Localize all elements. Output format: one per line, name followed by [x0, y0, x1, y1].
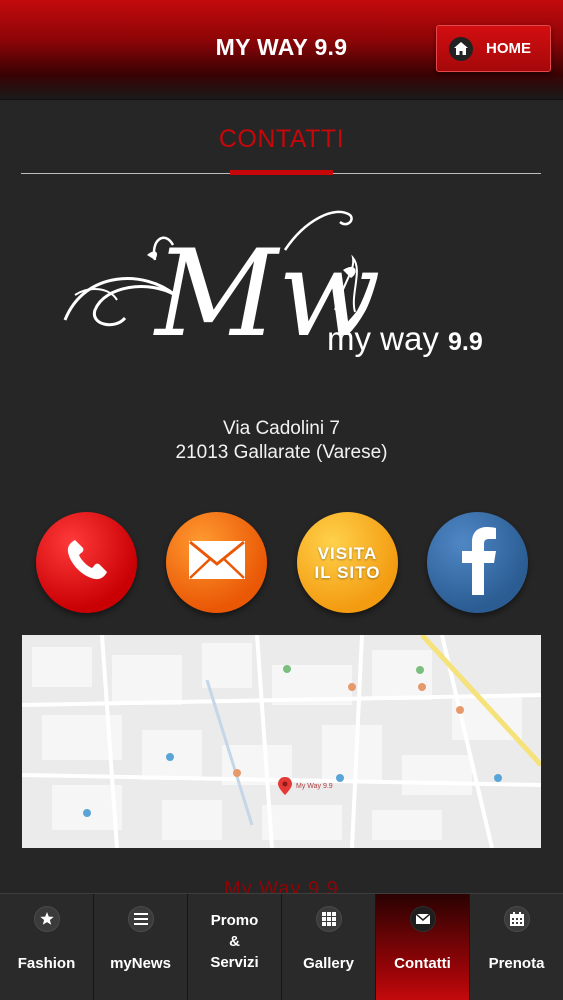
tab-gallery[interactable]: Gallery: [282, 894, 376, 1000]
envelope-icon: [409, 906, 436, 932]
grid-icon: [315, 906, 342, 932]
title-divider-accent: [230, 170, 333, 175]
email-button[interactable]: [166, 512, 267, 613]
tab-label: Prenota: [488, 955, 545, 972]
tab-label: Promo & Servizi: [210, 912, 259, 971]
visit-site-label: VISITA IL SITO: [314, 543, 381, 582]
visit-site-button[interactable]: VISITA IL SITO: [297, 512, 398, 613]
svg-text:9.9: 9.9: [448, 328, 483, 356]
tab-mynews[interactable]: myNews: [94, 894, 188, 1000]
facebook-icon: [458, 525, 498, 600]
envelope-icon: [188, 540, 246, 585]
map-marker-label: My Way 9.9: [296, 783, 333, 790]
call-button[interactable]: [36, 512, 137, 613]
tab-label: Contatti: [394, 955, 451, 972]
home-button[interactable]: HOME: [436, 25, 551, 72]
tab-fashion[interactable]: Fashion: [0, 894, 94, 1000]
star-icon: [33, 906, 60, 932]
facebook-button[interactable]: [427, 512, 528, 613]
tab-label: myNews: [110, 955, 171, 972]
address-city: 21013 Gallarate (Varese): [175, 442, 388, 463]
phone-icon: [59, 532, 115, 593]
tab-prenota[interactable]: Prenota: [470, 894, 563, 1000]
tab-label: Fashion: [17, 955, 76, 972]
tab-contatti[interactable]: Contatti: [376, 894, 470, 1000]
app-header: MY WAY 9.9 HOME: [0, 0, 563, 100]
bottom-nav: Fashion myNews Promo & Servizi Gallery C…: [0, 893, 563, 1000]
tab-promo-servizi[interactable]: Promo & Servizi: [188, 894, 282, 1000]
home-button-label: HOME: [486, 40, 531, 57]
address-street: Via Cadolini 7: [223, 418, 340, 439]
svg-text:my way: my way: [327, 320, 439, 357]
address-block: Via Cadolini 7 21013 Gallarate (Varese): [0, 417, 563, 465]
page-title: CONTATTI: [218, 125, 345, 153]
list-icon: [127, 906, 154, 932]
calendar-icon: [503, 906, 530, 932]
home-icon: [449, 36, 473, 61]
location-map[interactable]: My Way 9.9: [22, 635, 541, 848]
brand-logo: Mw my way 9.9: [55, 200, 510, 365]
tab-label: Gallery: [303, 955, 354, 972]
